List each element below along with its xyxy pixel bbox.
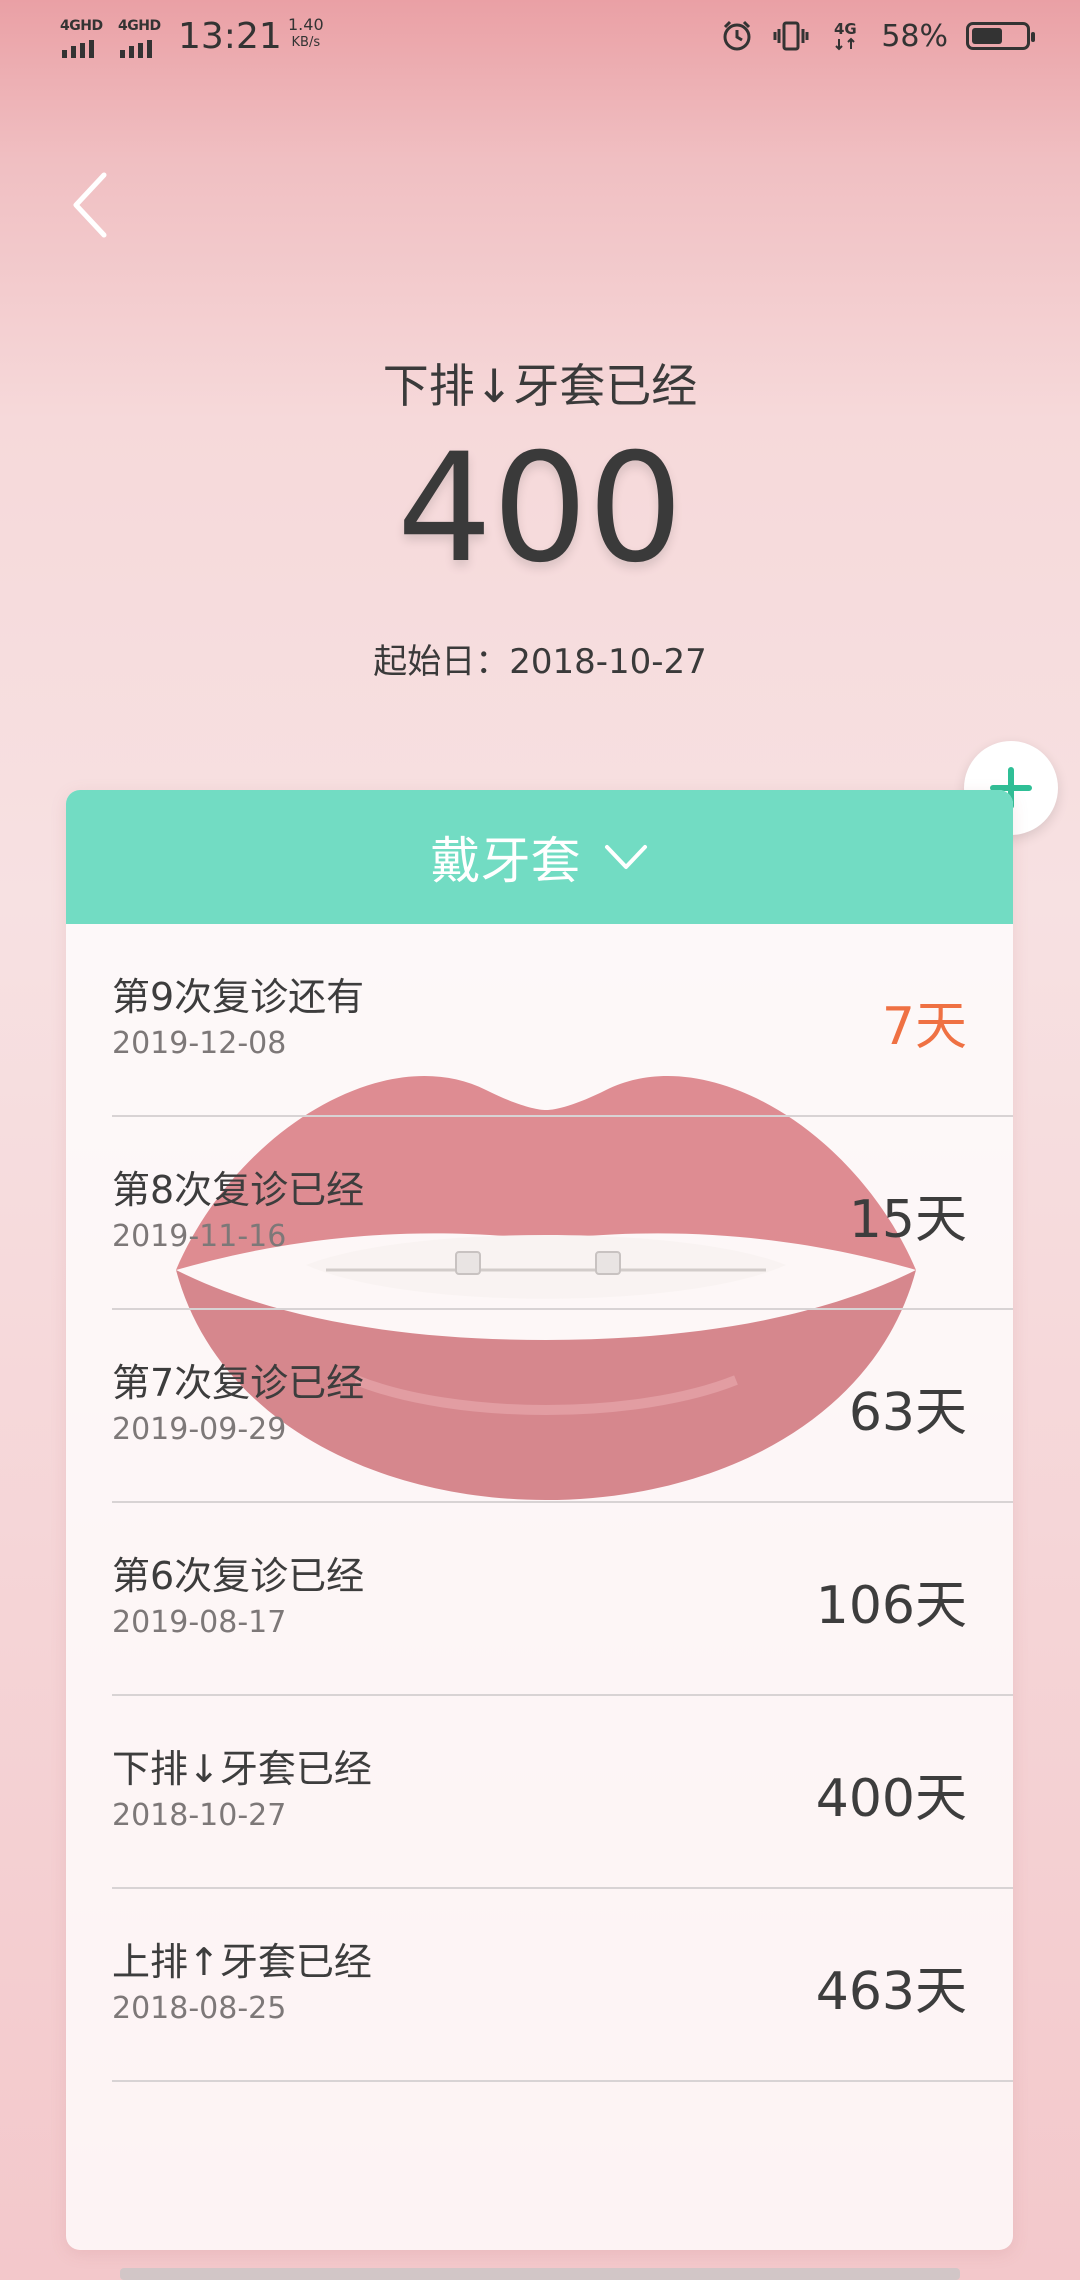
event-label: 第8次复诊已经: [112, 1168, 365, 1212]
battery-fill: [972, 28, 1003, 44]
event-label: 第7次复诊已经: [112, 1361, 365, 1405]
list-item[interactable]: 下排↓牙套已经 2018-10-27 400天: [112, 1696, 1013, 1889]
clock: 13:21: [178, 16, 282, 57]
signal-icon: 4GHD: [60, 18, 110, 58]
battery-percent: 58%: [881, 18, 948, 54]
event-days: 106天: [815, 1576, 967, 1636]
event-days: 463天: [815, 1962, 967, 2022]
bottom-tab-strip: [120, 2268, 960, 2280]
back-button[interactable]: [62, 165, 122, 245]
category-dropdown[interactable]: 戴牙套: [66, 790, 1013, 924]
event-days: 7天: [881, 997, 967, 1057]
network-speed-value: 1.40: [288, 15, 324, 34]
alarm-icon: [719, 18, 755, 54]
signal-icon-2: 4GHD: [118, 18, 168, 58]
list-item[interactable]: 第7次复诊已经 2019-09-29 63天: [112, 1310, 1013, 1503]
event-date: 2019-11-16: [112, 1219, 287, 1254]
battery-icon: [966, 22, 1035, 50]
chevron-left-icon: [73, 172, 107, 238]
start-date: 起始日：2018-10-27: [373, 642, 707, 682]
event-label: 第9次复诊还有: [112, 975, 365, 1019]
event-days: 15天: [848, 1190, 967, 1250]
data-4g-label: 4G: [833, 20, 857, 38]
list-item[interactable]: 上排↑牙套已经 2018-08-25 463天: [112, 1889, 1013, 2082]
network-type-label: 4GHD: [60, 18, 103, 34]
event-label: 第6次复诊已经: [112, 1554, 365, 1598]
summary-header: 下排↓牙套已经 400 起始日：2018-10-27: [0, 350, 1080, 683]
event-date: 2019-09-29: [112, 1412, 287, 1447]
summary-subtitle: 下排↓牙套已经: [382, 359, 698, 413]
event-days: 63天: [848, 1383, 967, 1443]
event-days: 400天: [815, 1769, 967, 1829]
status-bar: 4GHD 4GHD 13:21 1.40 KB/s 4G 58%: [0, 0, 1080, 80]
days-counter: 400: [396, 422, 684, 596]
network-type-label-2: 4GHD: [118, 18, 161, 34]
event-date: 2018-08-25: [112, 1991, 287, 2026]
network-speed: 1.40 KB/s: [288, 16, 324, 52]
category-title: 戴牙套: [430, 832, 581, 890]
event-label: 上排↑牙套已经: [112, 1940, 372, 1984]
event-label: 下排↓牙套已经: [112, 1747, 372, 1791]
vibrate-icon: [773, 18, 809, 54]
event-date: 2019-12-08: [112, 1026, 287, 1061]
chevron-down-icon: [604, 845, 647, 869]
list-item[interactable]: 第6次复诊已经 2019-08-17 106天: [112, 1503, 1013, 1696]
list-item[interactable]: 第8次复诊已经 2019-11-16 15天: [112, 1117, 1013, 1310]
event-list: 第9次复诊还有 2019-12-08 7天 第8次复诊已经 2019-11-16…: [66, 924, 1013, 2082]
data-4g-icon: 4G: [827, 18, 863, 54]
list-item[interactable]: 第9次复诊还有 2019-12-08 7天: [112, 924, 1013, 1117]
event-date: 2019-08-17: [112, 1605, 287, 1640]
event-date: 2018-10-27: [112, 1798, 287, 1833]
events-card: 戴牙套 第9次复诊还有 2019-12-08 7天 第8次复诊已经 2019-1…: [66, 790, 1013, 2250]
network-speed-unit: KB/s: [291, 35, 321, 50]
